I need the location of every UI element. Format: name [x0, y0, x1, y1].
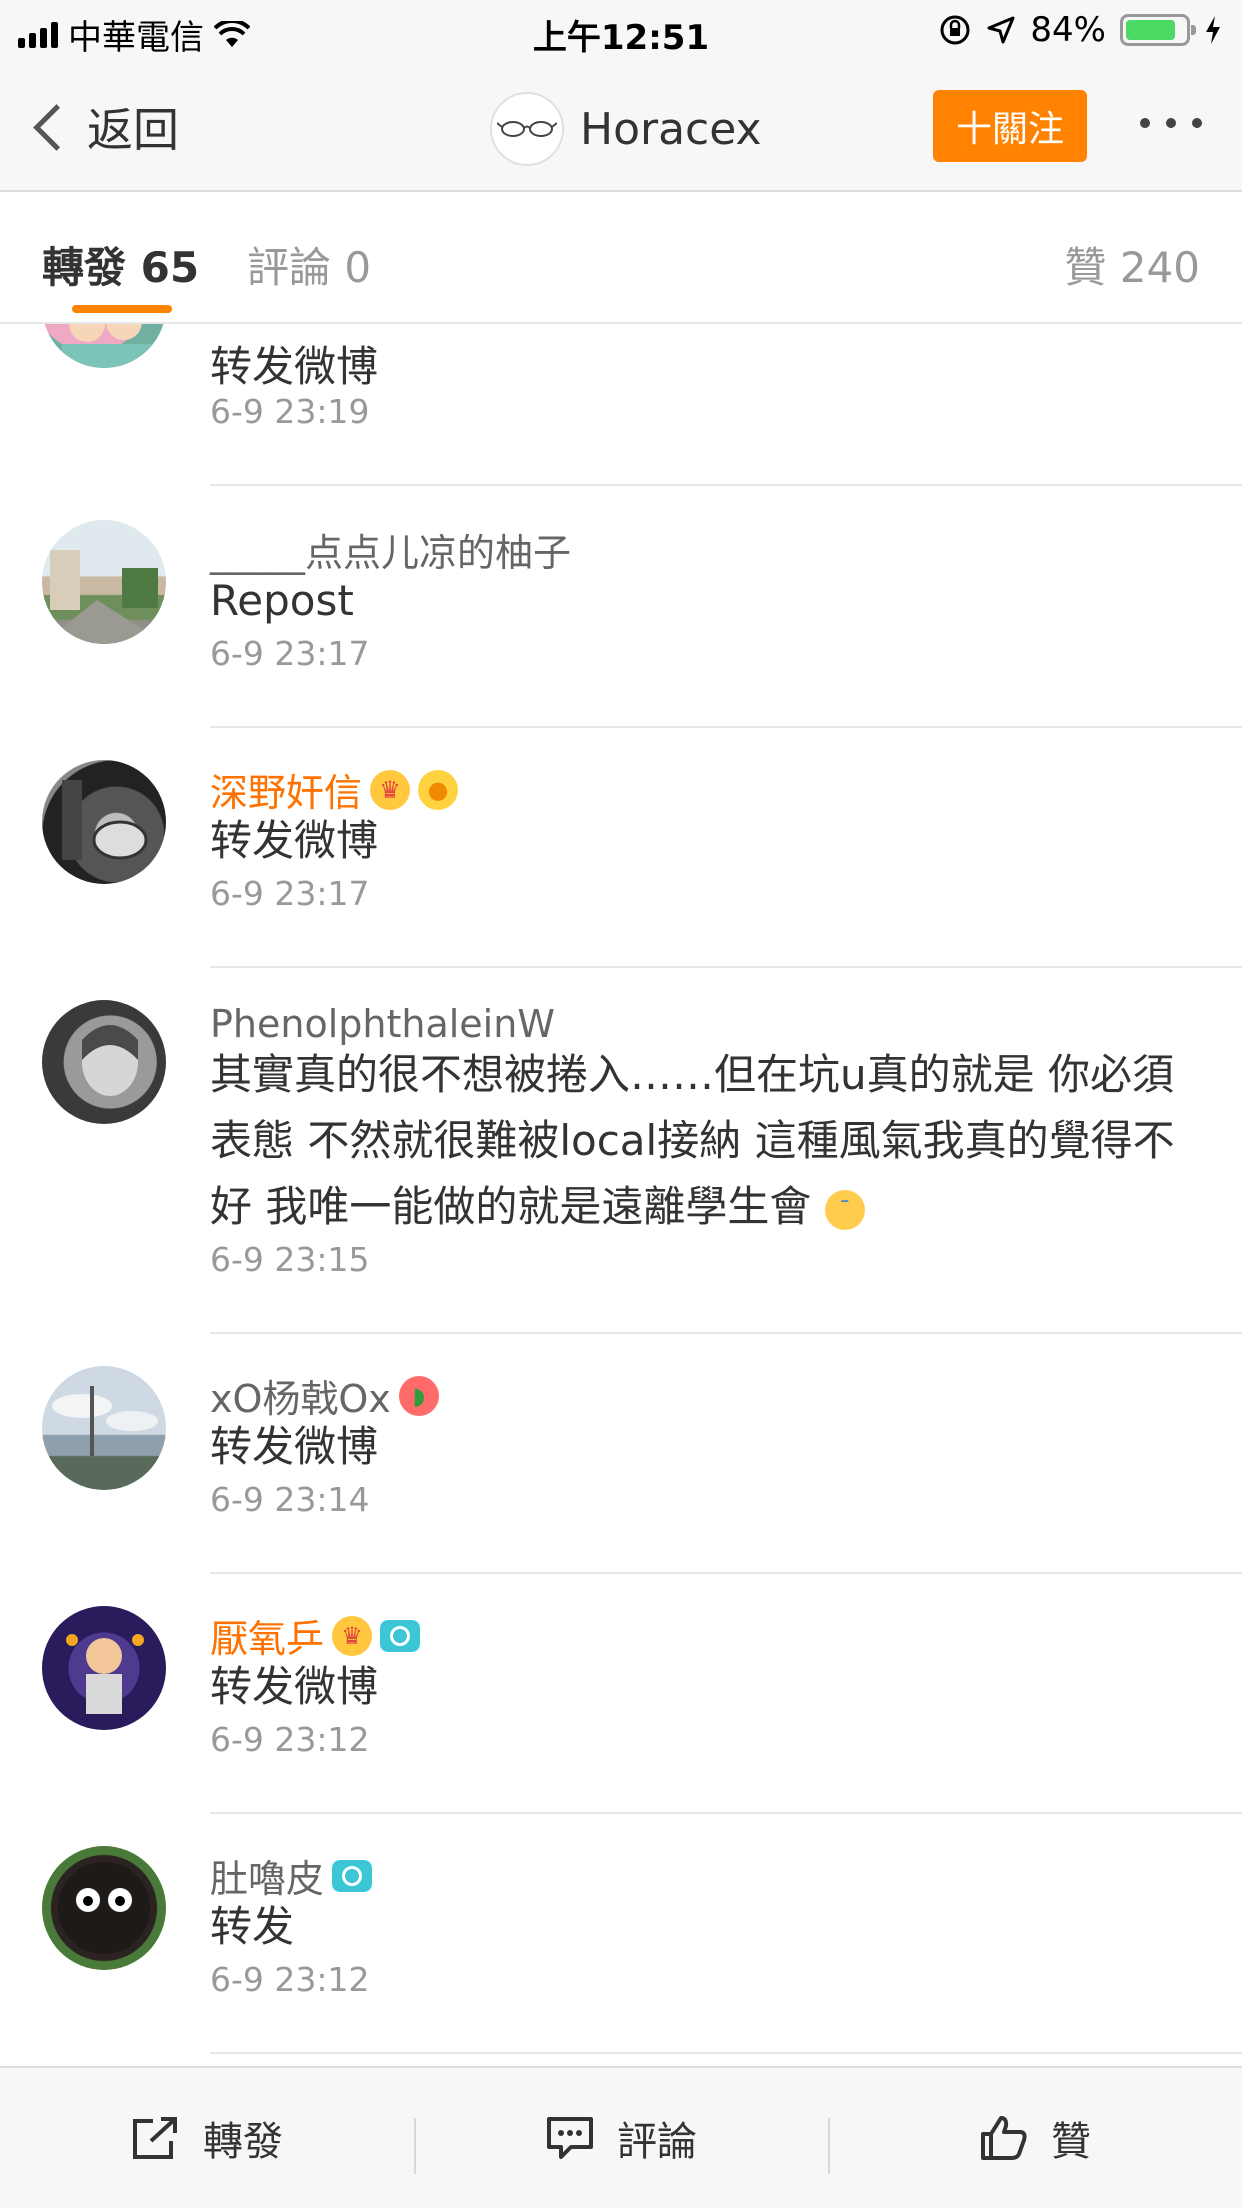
nav-bar: 返回 Horacex 十關注	[0, 64, 1242, 192]
camera-badge-icon	[380, 1619, 421, 1652]
follow-button[interactable]: 十關注	[933, 90, 1087, 162]
location-arrow-icon	[987, 16, 1015, 44]
like-button[interactable]: 贊	[828, 2068, 1242, 2208]
divider	[210, 1572, 1242, 1574]
avatar[interactable]	[42, 760, 166, 884]
battery-fill	[1126, 20, 1175, 40]
tab-repost[interactable]: 轉發 65	[42, 234, 199, 295]
username-text: PhenolphthaleinW	[210, 1002, 555, 1046]
repost-list[interactable]: 转发微博 6-9 23:19 _____点点儿凉的柚子 Repost 6-9 2…	[0, 324, 1242, 2066]
glasses-icon	[497, 121, 557, 137]
profile-name: Horacex	[580, 103, 762, 155]
repost-content: 转发微博	[210, 816, 379, 865]
repost-date: 6-9 23:17	[210, 634, 370, 673]
username[interactable]: PhenolphthaleinW	[210, 1002, 555, 1046]
sky-photo-image	[52, 1386, 158, 1456]
like-button-label: 贊	[1051, 2119, 1091, 2165]
duck-emoji-icon: ●	[418, 769, 459, 810]
charging-bolt-icon	[1206, 16, 1220, 44]
comment-button[interactable]: 評論	[414, 2068, 828, 2208]
avatar[interactable]	[42, 1000, 166, 1124]
divider	[210, 484, 1242, 486]
cartoon-character-image	[66, 1634, 144, 1714]
repost-content: Repost	[210, 576, 354, 625]
repost-button-label: 轉發	[203, 2119, 283, 2165]
repost-date: 6-9 23:17	[210, 874, 370, 913]
soot-sprite-image	[58, 1862, 150, 1954]
camera-badge-icon	[332, 1859, 373, 1892]
cartoon-couple-image	[62, 324, 152, 368]
chevron-left-icon	[33, 103, 80, 151]
repost-date: 6-9 23:12	[210, 1960, 370, 1999]
repost-content: 其實真的很不想被捲入……但在坑u真的就是 你必須表態 不然就很難被local接納…	[210, 1042, 1200, 1240]
repost-content-text: 其實真的很不想被捲入……但在坑u真的就是 你必須表態 不然就很難被local接納…	[210, 1050, 1175, 1231]
drum-kit-photo-image	[62, 780, 148, 860]
comment-button-label: 評論	[617, 2119, 697, 2165]
repost-content: 转发	[210, 1902, 295, 1951]
active-tab-indicator	[72, 305, 172, 313]
divider	[210, 1812, 1242, 1814]
repost-content: 转发微博	[210, 1662, 379, 1711]
avatar[interactable]	[42, 324, 166, 368]
back-label: 返回	[87, 103, 179, 157]
repost-content: 转发微博	[210, 342, 379, 391]
rotation-lock-icon	[940, 15, 970, 45]
divider	[210, 966, 1242, 968]
battery-percent: 84%	[1030, 10, 1106, 50]
tab-like[interactable]: 贊 240	[1064, 234, 1200, 295]
comment-icon	[547, 2117, 593, 2159]
profile-title[interactable]: Horacex	[490, 92, 762, 166]
profile-avatar	[490, 92, 564, 166]
avatar[interactable]	[42, 1846, 166, 1970]
repost-date: 6-9 23:12	[210, 1720, 370, 1759]
portrait-photo-image	[82, 1025, 138, 1096]
divider	[210, 1332, 1242, 1334]
thumbs-up-icon	[981, 2116, 1027, 2160]
repost-date: 6-9 23:19	[210, 392, 370, 431]
avatar[interactable]	[42, 1606, 166, 1730]
street-photo-image	[42, 550, 166, 644]
status-right: 84%	[938, 10, 1222, 50]
more-options-icon[interactable]	[1140, 118, 1202, 128]
status-bar: 中華電信 上午12:51 84%	[0, 0, 1242, 64]
divider	[210, 726, 1242, 728]
shrug-emoji-icon: ¯	[824, 1189, 865, 1230]
share-icon	[133, 2117, 177, 2159]
avatar[interactable]	[42, 520, 166, 644]
divider	[210, 2052, 1242, 2054]
vip-crown-icon: ♛	[370, 769, 411, 810]
repost-button[interactable]: 轉發	[0, 2068, 414, 2208]
repost-content: 转发微博	[210, 1422, 379, 1471]
tab-bar: 轉發 65 評論 0 贊 240	[0, 192, 1242, 324]
repost-date: 6-9 23:15	[210, 1240, 370, 1279]
repost-date: 6-9 23:14	[210, 1480, 370, 1519]
watermelon-icon: ◗	[398, 1375, 439, 1416]
battery-icon	[1120, 14, 1196, 46]
avatar[interactable]	[42, 1366, 166, 1490]
back-button[interactable]: 返回	[30, 94, 179, 160]
bottom-action-bar: 轉發 評論 贊	[0, 2066, 1242, 2208]
vip-crown-icon: ♛	[332, 1615, 373, 1656]
tab-comment[interactable]: 評論 0	[247, 234, 371, 295]
